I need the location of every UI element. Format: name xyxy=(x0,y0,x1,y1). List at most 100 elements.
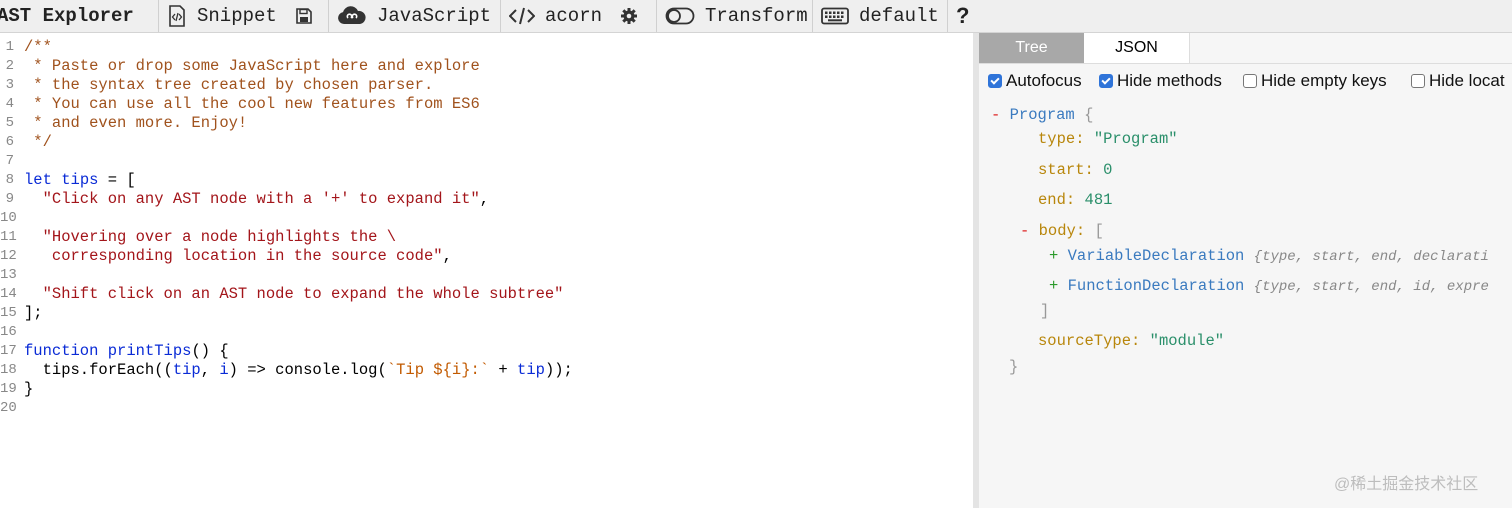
option-label: Hide methods xyxy=(1117,71,1222,90)
tree-node-function-declaration[interactable]: + FunctionDeclaration {type, start, end,… xyxy=(1049,274,1489,298)
line-number: 17 xyxy=(0,343,17,359)
line-number: 1 xyxy=(5,39,14,55)
string-token: "Click on any AST node with a '+' to exp… xyxy=(24,190,480,208)
app-title-text: AST Explorer xyxy=(0,5,134,27)
code-token: , xyxy=(479,190,490,208)
line-number: 19 xyxy=(0,381,17,397)
code-token: , xyxy=(442,247,452,265)
line-number: 15 xyxy=(0,305,17,321)
prop-value: 0 xyxy=(1103,161,1113,179)
string-token: corresponding location in the source cod… xyxy=(24,247,443,265)
line-number: 10 xyxy=(0,210,17,226)
variable-token: tips xyxy=(61,171,99,189)
tree-close-bracket: ] xyxy=(1040,299,1049,323)
bracket: ] xyxy=(1040,302,1050,320)
node-summary: {type, start, end, declarati xyxy=(1253,249,1489,265)
line-number: 18 xyxy=(0,362,17,378)
code-text: * Paste or drop some JavaScript here and… xyxy=(24,57,480,75)
tree-prop-body[interactable]: - body: [ xyxy=(1020,219,1104,243)
prop-key: type: xyxy=(1038,130,1085,148)
collapse-icon[interactable]: - xyxy=(991,106,1000,124)
line-number: 20 xyxy=(0,400,17,416)
node-name[interactable]: FunctionDeclaration xyxy=(1068,277,1245,295)
file-code-icon xyxy=(167,5,187,27)
code-text: */ xyxy=(24,133,52,151)
node-summary: {type, start, end, id, expre xyxy=(1253,279,1489,295)
keymap-select[interactable]: default xyxy=(813,0,948,32)
help-icon: ? xyxy=(956,3,970,28)
code-text: "Click on any AST node with a '+' to exp… xyxy=(24,190,490,209)
autofocus-option[interactable]: Autofocus xyxy=(988,67,1082,95)
transform-toggle[interactable]: Transform xyxy=(657,0,813,32)
code-text: ]; xyxy=(24,304,43,322)
line-number: 5 xyxy=(5,115,14,131)
variable-token: tip xyxy=(517,361,545,379)
line-number: 4 xyxy=(5,96,14,112)
code-text: let tips = [ xyxy=(24,171,136,190)
code-token: = [ xyxy=(98,171,136,189)
help-button[interactable]: ? xyxy=(948,0,978,32)
watermark: @稀土掘金技术社区 xyxy=(1334,476,1479,493)
keyword-token: let xyxy=(24,171,52,189)
brace: } xyxy=(1009,358,1019,376)
template-token: `Tip ${i}:` xyxy=(386,361,490,379)
string-token: "Hovering over a node highlights the \ xyxy=(24,228,397,246)
cloud-icon xyxy=(337,6,367,26)
keyword-token: function xyxy=(24,342,99,360)
hide-location-option[interactable]: Hide locat xyxy=(1411,67,1505,95)
parser-label: acorn xyxy=(545,5,603,27)
code-text: corresponding location in the source cod… xyxy=(24,247,452,266)
expand-icon[interactable]: + xyxy=(1049,277,1058,295)
hide-empty-keys-option[interactable]: Hide empty keys xyxy=(1243,67,1387,95)
code-token: )); xyxy=(544,361,573,379)
variable-token: tip xyxy=(172,361,201,379)
prop-key[interactable]: body: xyxy=(1039,222,1086,240)
node-name[interactable]: Program xyxy=(1010,106,1075,124)
string-token: "Shift click on an AST node to expand th… xyxy=(24,285,564,303)
option-label: Hide locat xyxy=(1429,71,1505,90)
snippet-label: Snippet xyxy=(197,5,277,27)
hide-location-checkbox[interactable] xyxy=(1411,74,1425,88)
code-text: tips.forEach((tip, i) => console.log(`Ti… xyxy=(24,361,573,380)
line-number: 13 xyxy=(0,267,17,283)
hide-methods-checkbox[interactable] xyxy=(1099,74,1113,88)
line-number: 6 xyxy=(5,134,14,150)
autofocus-checkbox[interactable] xyxy=(988,74,1002,88)
tree-node-program[interactable]: - Program { xyxy=(991,103,1093,127)
tree-prop-end: end: 481 xyxy=(1038,188,1112,212)
hide-empty-keys-checkbox[interactable] xyxy=(1243,74,1257,88)
tab-tree[interactable]: Tree xyxy=(979,33,1084,63)
save-icon[interactable] xyxy=(295,7,313,25)
collapse-icon[interactable]: - xyxy=(1020,222,1029,240)
transform-label: Transform xyxy=(705,5,808,27)
code-editor[interactable]: 1 /** 2 * Paste or drop some JavaScript h… xyxy=(0,33,973,508)
line-number: 11 xyxy=(0,229,17,245)
language-select[interactable]: JavaScript xyxy=(329,0,501,32)
expand-icon[interactable]: + xyxy=(1049,247,1058,265)
toggle-off-icon xyxy=(665,6,695,26)
code-token: () { xyxy=(191,342,229,360)
hide-methods-option[interactable]: Hide methods xyxy=(1099,67,1222,95)
snippet-button[interactable]: Snippet xyxy=(159,0,329,32)
gear-icon[interactable] xyxy=(620,7,638,25)
app-title: AST Explorer xyxy=(0,0,159,32)
brace: { xyxy=(1084,106,1094,124)
line-number: 2 xyxy=(5,58,14,74)
line-number: 14 xyxy=(0,286,17,302)
parser-select[interactable]: acorn xyxy=(501,0,657,32)
language-label: JavaScript xyxy=(377,5,492,27)
tree-prop-source-type: sourceType: "module" xyxy=(1038,329,1224,353)
prop-value: "Program" xyxy=(1093,130,1178,148)
code-text: * You can use all the cool new features … xyxy=(24,95,480,113)
tree-node-variable-declaration[interactable]: + VariableDeclaration {type, start, end,… xyxy=(1049,244,1489,268)
keymap-label: default xyxy=(859,5,939,27)
line-number: 16 xyxy=(0,324,17,340)
prop-key: sourceType: xyxy=(1038,332,1141,350)
node-name[interactable]: VariableDeclaration xyxy=(1068,247,1245,265)
toolbar: AST Explorer Snippet JavaScript acorn Tr… xyxy=(0,0,1512,33)
line-number: 7 xyxy=(5,153,14,169)
tab-json[interactable]: JSON xyxy=(1084,33,1190,63)
keyboard-icon xyxy=(821,7,849,25)
bracket: [ xyxy=(1094,222,1104,240)
tree-prop-type: type: "Program" xyxy=(1038,127,1178,151)
